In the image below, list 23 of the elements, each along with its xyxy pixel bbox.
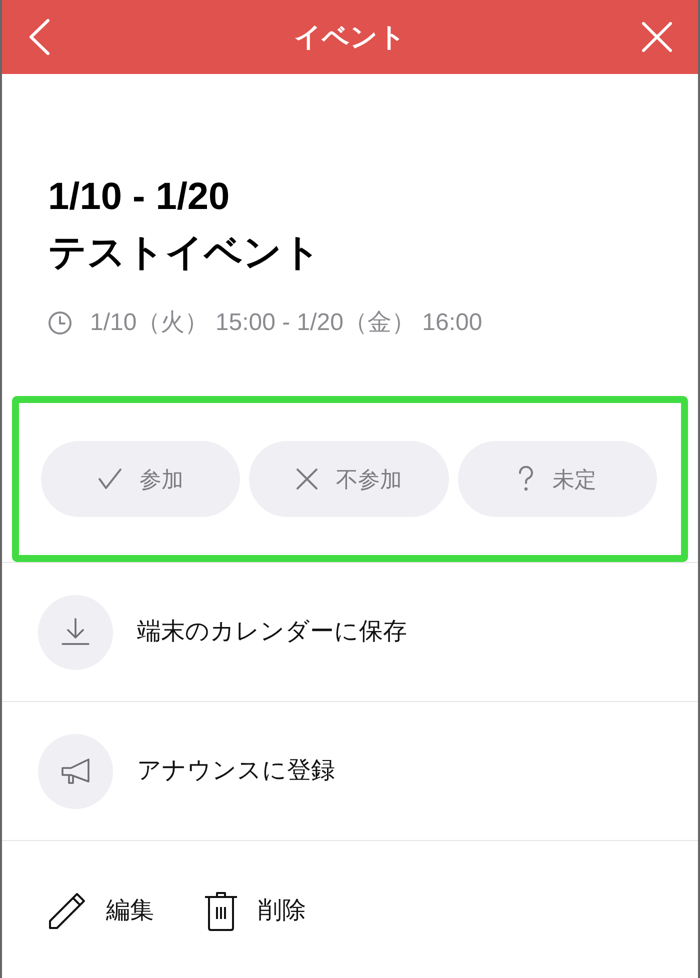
event-title: テストイベント — [48, 231, 322, 276]
pencil-icon — [48, 892, 86, 930]
rsvp-button[interactable]: 不参加 — [249, 441, 449, 517]
list-item[interactable]: アナウンスに登録 — [2, 702, 698, 841]
question-icon — [518, 466, 534, 492]
rsvp-button[interactable]: 未定 — [458, 441, 657, 517]
rsvp-button[interactable]: 参加 — [41, 441, 240, 517]
close-button[interactable] — [642, 22, 672, 52]
back-button[interactable] — [28, 19, 50, 55]
download-icon — [38, 594, 113, 670]
back-chevron-icon — [28, 19, 50, 55]
list-item[interactable]: 端末のカレンダーに保存 — [2, 563, 698, 702]
event-schedule: 1/10（火） 15:00 - 1/20（金） 16:00 — [90, 308, 482, 338]
check-icon — [98, 468, 122, 490]
delete-button[interactable]: 削除 — [204, 891, 306, 931]
header-title: イベント — [294, 20, 406, 54]
megaphone-icon — [38, 734, 113, 808]
close-icon — [642, 22, 672, 52]
cross-icon — [296, 468, 318, 490]
clock-icon — [48, 311, 72, 335]
edit-button[interactable]: 編集 — [48, 892, 154, 930]
trash-icon — [204, 891, 238, 931]
event-date-range: 1/10 - 1/20 — [48, 175, 231, 220]
